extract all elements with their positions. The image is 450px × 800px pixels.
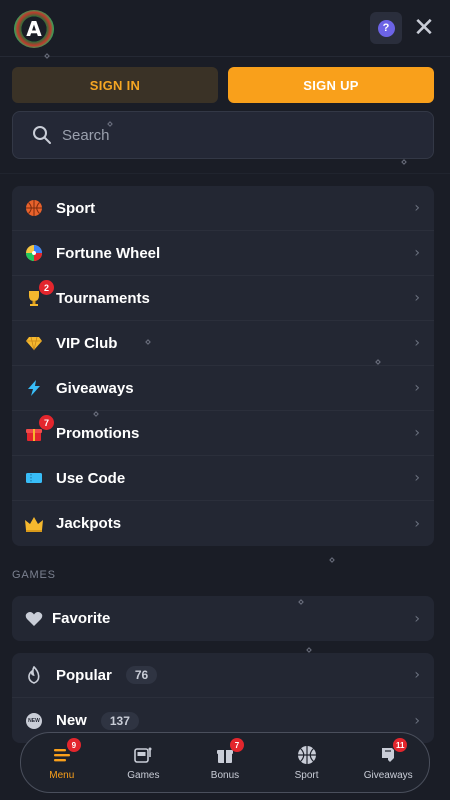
menu-item-promotions[interactable]: 7 Promotions › — [12, 411, 434, 456]
chevron-right-icon: › — [414, 425, 420, 441]
help-chat-icon: ? — [377, 19, 395, 37]
chevron-right-icon: › — [414, 335, 420, 351]
menu-item-popular[interactable]: Popular 76 › — [12, 653, 434, 698]
menu-item-label: Fortune Wheel — [56, 244, 161, 262]
search-icon — [33, 126, 51, 144]
menu-item-label: Giveaways — [56, 379, 134, 397]
basketball-icon — [296, 744, 318, 766]
decorative-speck — [329, 557, 335, 563]
notification-badge: 11 — [393, 738, 408, 752]
menu-item-favorite[interactable]: Favorite › — [12, 596, 434, 641]
logo-glyph: A — [26, 17, 42, 41]
close-icon[interactable]: ✕ — [410, 14, 438, 42]
notification-badge: 9 — [66, 738, 81, 752]
chevron-right-icon: › — [414, 470, 420, 486]
fortune-wheel-icon — [24, 243, 44, 263]
menu-item-label: Favorite — [52, 610, 111, 627]
count-badge: 137 — [100, 711, 139, 730]
sign-up-button[interactable]: SIGN UP — [228, 67, 434, 103]
chevron-right-icon: › — [414, 200, 420, 216]
bottom-navigation: 9 Menu Games 7 Bonus Sport 11 Giveaways — [20, 732, 430, 793]
main-menu: Sport › Fortune Wheel › 2 Tournaments › … — [12, 186, 434, 546]
nav-label: Games — [127, 770, 160, 781]
nav-giveaways[interactable]: 11 Giveaways — [350, 738, 426, 781]
chevron-right-icon: › — [414, 515, 420, 532]
menu-item-label: New — [56, 712, 87, 729]
menu-item-label: Jackpots — [56, 515, 122, 532]
menu-icon: 9 — [51, 738, 81, 766]
menu-item-label: Tournaments — [56, 289, 150, 307]
crown-icon — [24, 514, 44, 534]
chevron-right-icon: › — [414, 290, 420, 306]
menu-item-label: VIP Club — [56, 334, 118, 352]
menu-item-use-code[interactable]: Use Code › — [12, 456, 434, 501]
nav-label: Sport — [294, 770, 319, 781]
gift-icon: 7 — [214, 738, 244, 766]
sign-in-button[interactable]: SIGN IN — [12, 67, 218, 103]
nav-sport[interactable]: Sport — [269, 744, 345, 781]
divider — [0, 173, 450, 174]
nav-games[interactable]: Games — [105, 744, 181, 781]
basketball-icon — [24, 198, 44, 218]
nav-bonus[interactable]: 7 Bonus — [187, 738, 263, 781]
flame-icon — [24, 665, 44, 685]
nav-label: Bonus — [210, 770, 240, 781]
heart-icon — [24, 609, 44, 629]
menu-item-jackpots[interactable]: Jackpots › — [12, 501, 434, 546]
decorative-speck — [306, 647, 312, 653]
lightning-icon — [24, 378, 44, 398]
menu-item-sport[interactable]: Sport › — [12, 186, 434, 231]
notification-badge: 7 — [229, 738, 244, 752]
ticket-icon — [24, 468, 44, 488]
games-card: Popular 76 › NEW New 137 › — [12, 653, 434, 743]
nav-menu[interactable]: 9 Menu — [24, 738, 100, 781]
notification-badge: 7 — [39, 415, 54, 430]
giveaway-icon: 11 — [377, 738, 408, 766]
chevron-right-icon: › — [414, 610, 420, 627]
search-input[interactable] — [62, 126, 382, 144]
diamond-icon — [24, 333, 44, 353]
chevron-right-icon: › — [414, 245, 420, 261]
chevron-right-icon: › — [414, 380, 420, 396]
help-button[interactable]: ? — [370, 12, 402, 44]
menu-item-tournaments[interactable]: 2 Tournaments › — [12, 276, 434, 321]
trophy-icon: 2 — [24, 280, 54, 308]
chevron-right-icon: › — [414, 712, 420, 729]
decorative-speck — [401, 159, 407, 165]
menu-item-vip-club[interactable]: VIP Club › — [12, 321, 434, 366]
gift-icon: 7 — [24, 415, 54, 443]
menu-item-label: Popular — [56, 666, 112, 684]
nav-label: Menu — [49, 770, 75, 781]
section-title-games: GAMES — [12, 569, 56, 581]
menu-item-label: Use Code — [56, 469, 126, 487]
menu-item-label: Promotions — [56, 424, 140, 442]
brand-logo[interactable]: A — [14, 10, 54, 48]
menu-item-fortune-wheel[interactable]: Fortune Wheel › — [12, 231, 434, 276]
slot-machine-icon — [132, 744, 154, 766]
header: A ? ✕ — [0, 0, 450, 57]
menu-item-label: Sport — [56, 199, 96, 217]
menu-item-giveaways[interactable]: Giveaways › — [12, 366, 434, 411]
favorite-card: Favorite › — [12, 596, 434, 641]
search-box[interactable] — [12, 111, 434, 159]
notification-badge: 2 — [39, 280, 54, 295]
count-badge: 76 — [125, 666, 158, 684]
nav-label: Giveaways — [363, 770, 413, 781]
new-icon-text: NEW — [28, 717, 40, 724]
new-icon: NEW — [24, 711, 44, 731]
chevron-right-icon: › — [414, 667, 420, 683]
